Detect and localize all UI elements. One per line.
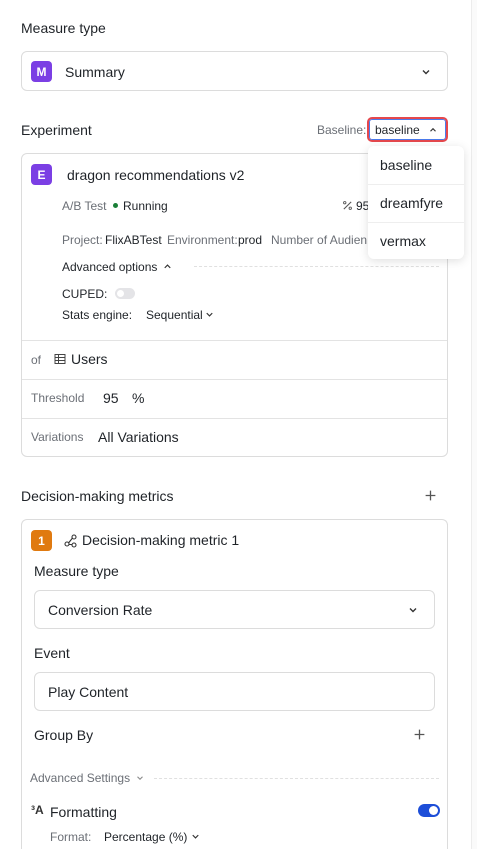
- metric-card: 1 Decision-making metric 1 Measure type …: [21, 519, 448, 849]
- experiment-badge: E: [31, 164, 52, 185]
- divider: [22, 379, 447, 380]
- measure-type-badge: M: [31, 61, 52, 82]
- chevron-up-icon: [164, 264, 171, 269]
- status-dot: [113, 203, 118, 208]
- dropdown-option-baseline[interactable]: baseline: [368, 146, 464, 184]
- audience-label: Number of Audienc: [271, 233, 367, 247]
- chevron-down-icon: [137, 776, 143, 781]
- cuped-toggle[interactable]: [115, 288, 135, 299]
- decision-metrics-title: Decision-making metrics: [21, 488, 174, 504]
- plus-icon[interactable]: [413, 728, 426, 741]
- chevron-down-icon: [192, 834, 199, 839]
- baseline-dropdown-menu: baseline dreamfyre vermax: [368, 146, 464, 259]
- formatting-label: Formatting: [50, 804, 117, 820]
- variations-label: Variations: [31, 430, 84, 444]
- metric-name[interactable]: Decision-making metric 1: [82, 532, 239, 548]
- measure-type-title: Measure type: [21, 20, 106, 36]
- divider: [194, 266, 439, 267]
- chevron-down-icon: [422, 70, 430, 75]
- divider: [154, 778, 439, 779]
- funnel-metric-icon: [64, 534, 77, 548]
- divider: [22, 418, 447, 419]
- format-select[interactable]: Percentage (%): [104, 830, 187, 844]
- formatting-icon: ³A: [31, 803, 44, 817]
- environment-value: prod: [238, 233, 263, 247]
- baseline-select[interactable]: baseline: [367, 117, 448, 142]
- metric-measure-type-value: Conversion Rate: [48, 602, 153, 618]
- event-value: Play Content: [48, 684, 129, 700]
- stats-engine-select[interactable]: Sequential: [146, 308, 203, 322]
- format-label: Format:: [50, 830, 92, 844]
- metric-measure-type-select[interactable]: Conversion Rate: [34, 590, 435, 629]
- measure-type-value: Summary: [65, 64, 125, 80]
- cuped-label: CUPED:: [62, 287, 108, 301]
- plus-icon[interactable]: [424, 489, 437, 502]
- advanced-settings-toggle[interactable]: Advanced Settings: [30, 771, 130, 785]
- baseline-select-value: baseline: [375, 123, 420, 137]
- toggle-knob: [429, 806, 438, 815]
- baseline-label: Baseline:: [317, 123, 367, 137]
- scrollbar[interactable]: [471, 0, 477, 849]
- divider: [22, 340, 447, 341]
- project-value: FlixABTest: [105, 233, 162, 247]
- of-label: of: [31, 353, 42, 367]
- variations-select[interactable]: All Variations: [98, 429, 179, 445]
- chevron-down-icon: [206, 312, 213, 317]
- dropdown-option-vermax[interactable]: vermax: [368, 222, 464, 260]
- stats-engine-label: Stats engine:: [62, 308, 133, 322]
- metric-measure-type-label: Measure type: [34, 563, 119, 579]
- chevron-up-icon: [430, 127, 436, 132]
- event-label: Event: [34, 645, 70, 661]
- threshold-input[interactable]: 95: [103, 390, 119, 406]
- percent-icon: [343, 201, 352, 210]
- formatting-toggle[interactable]: [418, 804, 440, 817]
- test-type: A/B Test: [62, 199, 107, 213]
- of-value[interactable]: Users: [71, 351, 108, 367]
- group-by-label: Group By: [34, 727, 94, 743]
- event-input[interactable]: Play Content: [34, 672, 435, 711]
- chevron-down-icon: [409, 608, 417, 613]
- dropdown-option-dreamfyre[interactable]: dreamfyre: [368, 184, 464, 222]
- table-icon: [54, 354, 66, 364]
- threshold-unit: %: [132, 390, 145, 406]
- project-label: Project:: [62, 233, 103, 247]
- experiment-title: Experiment: [21, 122, 92, 138]
- advanced-options-toggle[interactable]: Advanced options: [62, 260, 157, 274]
- experiment-name[interactable]: dragon recommendations v2: [67, 167, 244, 183]
- threshold-label: Threshold: [31, 391, 85, 405]
- environment-label: Environment:: [167, 233, 238, 247]
- metric-badge: 1: [31, 530, 52, 551]
- status-badge: Running: [123, 199, 168, 213]
- toggle-knob: [117, 290, 124, 297]
- measure-type-select[interactable]: M Summary: [21, 51, 448, 91]
